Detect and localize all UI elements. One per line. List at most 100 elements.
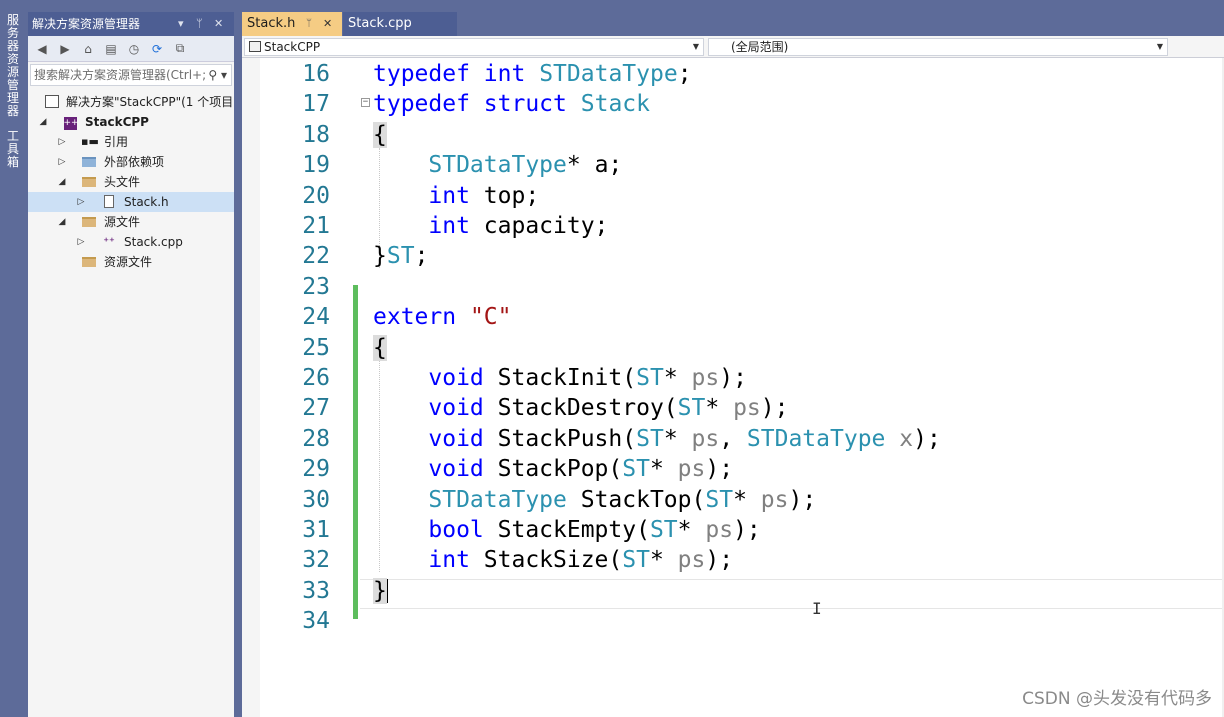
code-editor[interactable]: − 16 typedef int STDataType; 17 typedef str… bbox=[242, 58, 1224, 717]
expand-arrow-icon[interactable]: ▷ bbox=[76, 232, 86, 252]
tree-item-external-deps[interactable]: ▷ 外部依赖项 bbox=[28, 152, 234, 172]
line-number: 16 bbox=[302, 61, 330, 87]
scope-dropdown-value: (全局范围) bbox=[731, 40, 789, 54]
expand-arrow-icon[interactable]: ◢ bbox=[38, 112, 48, 132]
forward-icon[interactable]: ▶ bbox=[57, 41, 73, 57]
tree-item-label: StackCPP bbox=[85, 115, 149, 129]
line-number: 34 bbox=[302, 608, 330, 634]
line-number: 23 bbox=[302, 274, 330, 300]
code-text: { bbox=[373, 122, 387, 148]
expand-arrow-icon[interactable]: ◢ bbox=[57, 172, 67, 192]
code-text: extern "C" bbox=[373, 304, 512, 330]
switch-views-icon[interactable]: ▤ bbox=[103, 41, 119, 57]
code-text: int capacity; bbox=[428, 213, 609, 239]
solution-explorer-title-bar: 解决方案资源管理器 ▾ ᛘ ✕ bbox=[28, 12, 234, 36]
code-text: } bbox=[373, 578, 388, 604]
pin-icon[interactable]: ᛘ bbox=[196, 12, 203, 36]
references-icon: ▪▬ bbox=[81, 135, 99, 148]
line-number: 27 bbox=[302, 395, 330, 421]
code-line[interactable]: 25 { bbox=[242, 333, 1224, 363]
code-line[interactable]: 18 { bbox=[242, 120, 1224, 150]
line-number: 30 bbox=[302, 487, 330, 513]
line-number: 33 bbox=[302, 578, 330, 604]
code-line[interactable]: 26 void StackInit(ST* ps); bbox=[242, 363, 1224, 393]
expand-arrow-icon[interactable]: ▷ bbox=[76, 192, 86, 212]
project-scope-icon bbox=[249, 41, 261, 52]
chevron-down-icon: ▼ bbox=[692, 42, 699, 51]
code-line[interactable]: 16 typedef int STDataType; bbox=[242, 59, 1224, 89]
code-line[interactable]: 33} bbox=[242, 576, 1224, 606]
code-line[interactable]: 17 typedef struct Stack bbox=[242, 89, 1224, 119]
tree-item-header-files[interactable]: ◢ 头文件 bbox=[28, 172, 234, 192]
line-number: 17 bbox=[302, 91, 330, 117]
search-placeholder: 搜索解决方案资源管理器(Ctrl+;) bbox=[34, 68, 211, 82]
code-line[interactable]: 27 void StackDestroy(ST* ps); bbox=[242, 393, 1224, 423]
pane-splitter[interactable] bbox=[234, 0, 242, 717]
cpp-file-icon: ⁺⁺ bbox=[103, 235, 115, 248]
code-line[interactable]: 34 bbox=[242, 606, 1224, 636]
code-text: bool StackEmpty(ST* ps); bbox=[428, 517, 761, 543]
header-file-icon bbox=[101, 195, 117, 209]
project-dropdown-value: StackCPP bbox=[264, 40, 321, 54]
close-icon[interactable]: ✕ bbox=[214, 12, 223, 36]
line-number: 26 bbox=[302, 365, 330, 391]
tree-item-resource-files[interactable]: 资源文件 bbox=[28, 252, 234, 272]
tree-item-label: 资源文件 bbox=[104, 255, 153, 269]
code-line[interactable]: 29 void StackPop(ST* ps); bbox=[242, 454, 1224, 484]
sync-icon[interactable]: ⟳ bbox=[149, 41, 165, 57]
line-number: 20 bbox=[302, 183, 330, 209]
code-text: }ST; bbox=[373, 243, 429, 269]
tree-item-stack-h[interactable]: ▷ Stack.h bbox=[28, 192, 234, 212]
code-text: void StackInit(ST* ps); bbox=[428, 365, 747, 391]
tree-item-references[interactable]: ▷ ▪▬ 引用 bbox=[28, 132, 234, 152]
code-line[interactable]: 24 extern "C" bbox=[242, 302, 1224, 332]
tab-stack-h[interactable]: Stack.h ᛘ ✕ bbox=[242, 12, 342, 36]
left-tool-strip: 服务器资源管理器 工具箱 bbox=[0, 0, 26, 717]
tab-stack-cpp[interactable]: Stack.cpp bbox=[343, 12, 457, 36]
solution-explorer-title: 解决方案资源管理器 bbox=[32, 17, 141, 31]
code-line[interactable]: 28 void StackPush(ST* ps, STDataType x); bbox=[242, 424, 1224, 454]
line-number: 21 bbox=[302, 213, 330, 239]
tree-item-label: 解决方案"StackCPP"(1 个项目) bbox=[66, 95, 238, 109]
code-line[interactable]: 21 int capacity; bbox=[242, 211, 1224, 241]
code-text: STDataType StackTop(ST* ps); bbox=[428, 487, 817, 513]
tree-item-solution[interactable]: 解决方案"StackCPP"(1 个项目) bbox=[28, 92, 238, 112]
pending-changes-icon[interactable]: ◷ bbox=[126, 41, 142, 57]
solution-explorer-toolbar: ◀ ▶ ⌂ ▤ ◷ ⟳ ⧉ bbox=[28, 36, 234, 62]
line-number: 29 bbox=[302, 456, 330, 482]
tree-item-project[interactable]: ◢ ++ StackCPP bbox=[28, 112, 234, 132]
expand-arrow-icon[interactable]: ▷ bbox=[57, 132, 67, 152]
collapse-all-icon[interactable]: ⧉ bbox=[172, 41, 188, 57]
csdn-watermark: CSDN @头发没有代码多 bbox=[1022, 689, 1212, 709]
code-line[interactable]: 30 STDataType StackTop(ST* ps); bbox=[242, 485, 1224, 515]
search-icon[interactable]: ⚲ ▾ bbox=[206, 65, 227, 85]
expand-arrow-icon[interactable]: ◢ bbox=[57, 212, 67, 232]
code-line[interactable]: 23 bbox=[242, 272, 1224, 302]
chevron-down-icon: ▼ bbox=[1156, 42, 1163, 51]
dropdown-icon[interactable]: ▾ bbox=[178, 12, 184, 36]
toolbox-tab[interactable]: 工具箱 bbox=[3, 130, 23, 169]
line-number: 31 bbox=[302, 517, 330, 543]
tree-item-label: 外部依赖项 bbox=[104, 155, 165, 169]
pin-icon[interactable]: ᛘ bbox=[306, 12, 312, 36]
tree-item-source-files[interactable]: ◢ 源文件 bbox=[28, 212, 234, 232]
tab-label: Stack.cpp bbox=[348, 16, 412, 31]
tree-item-stack-cpp[interactable]: ▷ ⁺⁺ Stack.cpp bbox=[28, 232, 234, 252]
solution-search-input[interactable]: 搜索解决方案资源管理器(Ctrl+;) ⚲ ▾ bbox=[30, 64, 232, 86]
code-line[interactable]: 31 bool StackEmpty(ST* ps); bbox=[242, 515, 1224, 545]
code-line[interactable]: 20 int top; bbox=[242, 181, 1224, 211]
home-icon[interactable]: ⌂ bbox=[80, 41, 96, 57]
server-explorer-tab[interactable]: 服务器资源管理器 bbox=[3, 14, 23, 118]
code-line[interactable]: 19 STDataType* a; bbox=[242, 150, 1224, 180]
external-deps-icon bbox=[81, 155, 97, 169]
close-tab-icon[interactable]: ✕ bbox=[323, 12, 332, 36]
line-number: 18 bbox=[302, 122, 330, 148]
back-icon[interactable]: ◀ bbox=[34, 41, 50, 57]
line-number: 25 bbox=[302, 335, 330, 361]
code-line[interactable]: 32 int StackSize(ST* ps); bbox=[242, 545, 1224, 575]
expand-arrow-icon[interactable]: ▷ bbox=[57, 152, 67, 172]
tree-item-label: 引用 bbox=[104, 135, 129, 149]
code-line[interactable]: 22}ST; bbox=[242, 241, 1224, 271]
project-dropdown[interactable]: StackCPP ▼ bbox=[244, 38, 704, 56]
scope-dropdown[interactable]: (全局范围) ▼ bbox=[708, 38, 1168, 56]
